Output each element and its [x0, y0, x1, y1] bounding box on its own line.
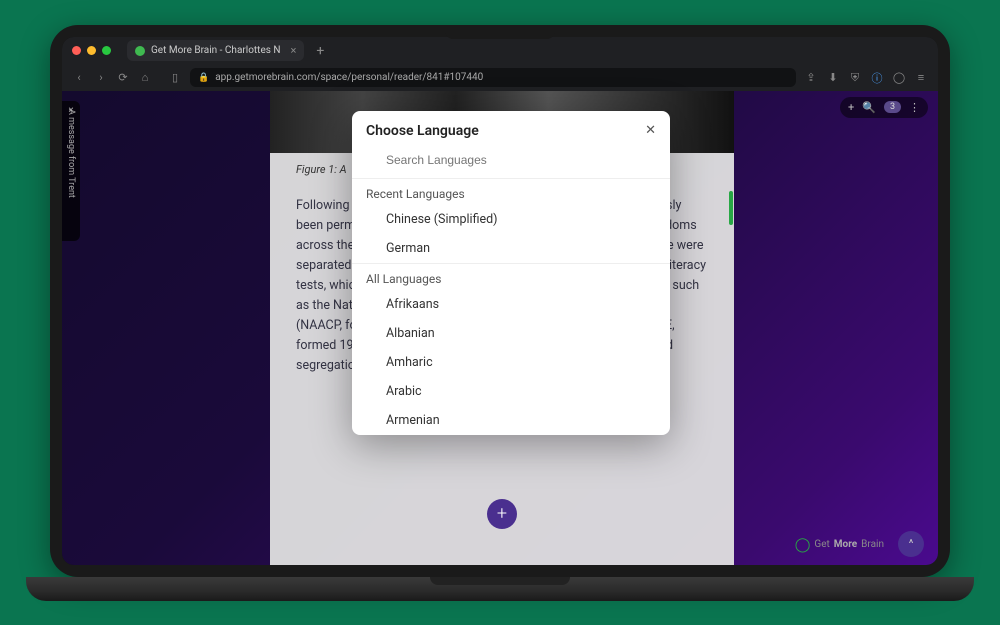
url-text: app.getmorebrain.com/space/personal/read… — [215, 72, 483, 83]
browser-tab[interactable]: Get More Brain - Charlottes N × — [127, 40, 304, 61]
more-icon[interactable]: ⋮ — [909, 101, 920, 114]
download-icon[interactable]: ⬇ — [826, 71, 840, 84]
language-option[interactable]: German — [352, 234, 670, 263]
language-option[interactable]: Chinese (Simplified) — [352, 205, 670, 234]
add-fab-button[interactable]: + — [487, 499, 517, 529]
scrollbar-thumb[interactable] — [729, 191, 733, 225]
search-row — [352, 143, 670, 178]
forward-icon[interactable]: › — [94, 71, 108, 84]
brand-post: Brain — [861, 539, 884, 550]
tab-bar: Get More Brain - Charlottes N × + — [62, 37, 938, 65]
search-icon[interactable]: 🔍 — [862, 101, 876, 114]
share-icon[interactable]: ⇪ — [804, 71, 818, 84]
reload-icon[interactable]: ⟳ — [116, 71, 130, 84]
camera-notch — [445, 25, 555, 39]
footer-brand[interactable]: ◯ Get More Brain — [795, 537, 884, 553]
back-icon[interactable]: ‹ — [72, 71, 86, 84]
favicon-icon — [135, 46, 145, 56]
modal-close-button[interactable]: ✕ — [645, 123, 656, 138]
language-option[interactable]: Armenian — [352, 406, 670, 435]
chat-icon: ◯ — [795, 537, 811, 553]
toolbar-badge[interactable]: 3 — [884, 101, 901, 113]
url-field[interactable]: 🔒 app.getmorebrain.com/space/personal/re… — [190, 68, 796, 87]
maximize-window-button[interactable] — [102, 46, 111, 55]
language-modal: Choose Language ✕ Recent Languages Chine… — [352, 111, 670, 435]
laptop-frame: Get More Brain - Charlottes N × + ‹ › ⟳ … — [26, 25, 974, 601]
shield-icon[interactable]: ⛨ — [848, 71, 862, 85]
close-window-button[interactable] — [72, 46, 81, 55]
modal-title: Choose Language — [366, 123, 479, 139]
plus-icon[interactable]: + — [848, 101, 854, 114]
side-panel-tab[interactable]: × A message from Trent — [62, 101, 80, 241]
language-search-input[interactable] — [366, 153, 656, 167]
address-right-icons: ⇪ ⬇ ⛨ ⓘ ◯ ≡ — [804, 70, 928, 86]
browser-chrome: Get More Brain - Charlottes N × + ‹ › ⟳ … — [62, 37, 938, 91]
plus-icon: + — [497, 503, 507, 524]
modal-header: Choose Language ✕ — [352, 111, 670, 143]
language-option[interactable]: Afrikaans — [352, 290, 670, 319]
app-viewport: × A message from Trent + 🔍 3 ⋮ Figure 1:… — [62, 91, 938, 565]
tab-close-icon[interactable]: × — [291, 44, 297, 57]
laptop-base — [26, 577, 974, 601]
brand-mid: More — [834, 539, 857, 550]
address-bar: ‹ › ⟳ ⌂ ▯ 🔒 app.getmorebrain.com/space/p… — [62, 65, 938, 91]
footer-fab-button[interactable]: ^ — [898, 531, 924, 557]
language-option[interactable]: Arabic — [352, 377, 670, 406]
lock-icon: 🔒 — [198, 73, 209, 83]
brand-pre: Get — [814, 539, 829, 550]
language-option[interactable]: Albanian — [352, 319, 670, 348]
window-controls — [72, 46, 111, 55]
side-panel-label: A message from Trent — [66, 109, 76, 198]
new-tab-button[interactable]: + — [310, 43, 330, 59]
bookmark-icon[interactable]: ▯ — [168, 71, 182, 84]
right-toolbar: + 🔍 3 ⋮ — [840, 97, 928, 118]
profile-icon[interactable]: ◯ — [892, 71, 906, 84]
chevron-up-icon: ^ — [909, 537, 914, 550]
info-icon[interactable]: ⓘ — [870, 70, 884, 86]
all-languages-label: All Languages — [352, 263, 670, 290]
minimize-window-button[interactable] — [87, 46, 96, 55]
recent-languages-label: Recent Languages — [352, 178, 670, 205]
tab-title: Get More Brain - Charlottes N — [151, 45, 281, 56]
screen: Get More Brain - Charlottes N × + ‹ › ⟳ … — [62, 37, 938, 565]
language-option[interactable]: Amharic — [352, 348, 670, 377]
menu-icon[interactable]: ≡ — [914, 71, 928, 84]
home-icon[interactable]: ⌂ — [138, 71, 152, 84]
laptop-body: Get More Brain - Charlottes N × + ‹ › ⟳ … — [50, 25, 950, 577]
laptop-hinge — [430, 577, 570, 585]
